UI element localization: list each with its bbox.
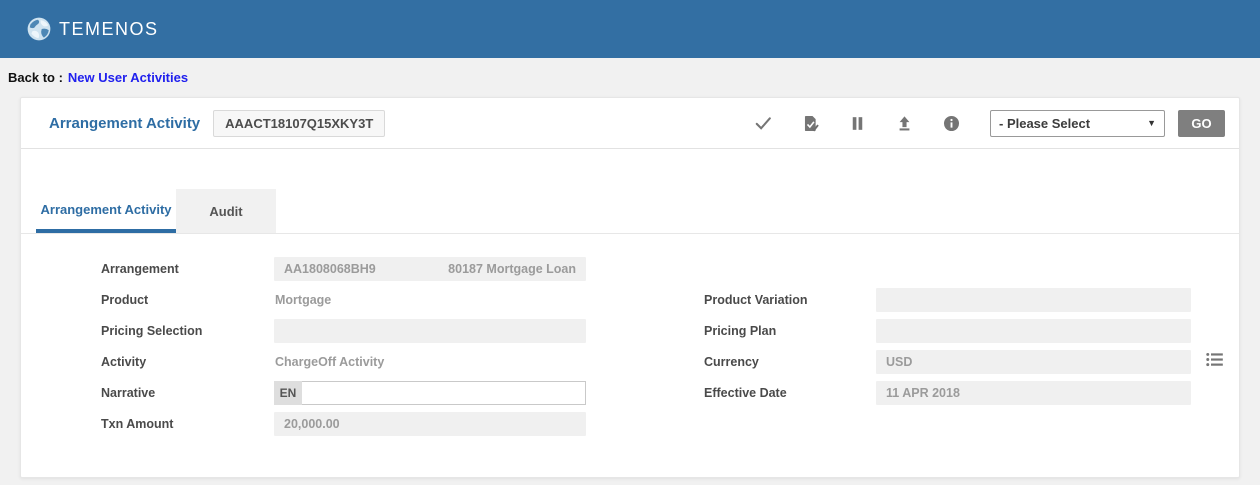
breadcrumb-prefix: Back to : xyxy=(8,70,63,85)
form-column-right: Product Variation Pricing Plan Currency … xyxy=(704,284,1191,408)
action-dropdown-value: - Please Select xyxy=(999,116,1090,131)
tabs-divider xyxy=(21,233,1239,234)
hold-pause-icon[interactable] xyxy=(847,113,867,133)
form-row-product: Product Mortgage xyxy=(101,284,586,315)
go-button[interactable]: GO xyxy=(1178,110,1225,137)
narrative-input[interactable] xyxy=(302,381,586,405)
currency-field: USD xyxy=(876,350,1191,374)
activity-value: ChargeOff Activity xyxy=(274,355,586,369)
content-card: Arrangement Activity AAACT18107Q15XKY3T xyxy=(20,97,1240,478)
form-column-left: Arrangement AA1808068BH9 80187 Mortgage … xyxy=(101,253,586,439)
arrangement-field: AA1808068BH9 80187 Mortgage Loan xyxy=(274,257,586,281)
temenos-globe-icon xyxy=(26,16,52,42)
form-row-txn-amount: Txn Amount 20,000.00 xyxy=(101,408,586,439)
form-row-pricing-plan: Pricing Plan xyxy=(704,315,1191,346)
info-icon[interactable] xyxy=(941,113,961,133)
breadcrumb: Back to : New User Activities xyxy=(0,58,1260,97)
pricing-selection-field xyxy=(274,319,586,343)
brand-name: TEMENOS xyxy=(59,19,159,40)
pricing-plan-field xyxy=(876,319,1191,343)
field-label: Activity xyxy=(101,355,274,369)
arrangement-id: AA1808068BH9 xyxy=(284,262,376,276)
form-row-currency: Currency USD xyxy=(704,346,1191,377)
field-label: Pricing Plan xyxy=(704,324,876,338)
field-label: Currency xyxy=(704,355,876,369)
product-variation-field xyxy=(876,288,1191,312)
language-badge[interactable]: EN xyxy=(274,381,302,405)
form-row-arrangement: Arrangement AA1808068BH9 80187 Mortgage … xyxy=(101,253,586,284)
form-row-pricing-selection: Pricing Selection xyxy=(101,315,586,346)
title-bar: Arrangement Activity AAACT18107Q15XKY3T xyxy=(21,98,1239,149)
field-label: Product Variation xyxy=(704,293,876,307)
field-label: Pricing Selection xyxy=(101,324,274,338)
field-label: Narrative xyxy=(101,386,274,400)
page-title: Arrangement Activity xyxy=(49,115,200,132)
breadcrumb-link[interactable]: New User Activities xyxy=(68,70,188,85)
tab-audit[interactable]: Audit xyxy=(176,189,276,233)
app-header: TEMENOS xyxy=(0,0,1260,58)
form-row-product-variation: Product Variation xyxy=(704,284,1191,315)
form-row-effective-date: Effective Date 11 APR 2018 xyxy=(704,377,1191,408)
field-label: Product xyxy=(101,293,274,307)
field-label: Arrangement xyxy=(101,262,274,276)
record-id-badge: AAACT18107Q15XKY3T xyxy=(213,110,385,137)
list-icon[interactable] xyxy=(1204,349,1225,370)
tab-bar: Arrangement Activity Audit xyxy=(36,189,276,233)
product-value: Mortgage xyxy=(274,293,586,307)
field-label: Txn Amount xyxy=(101,417,274,431)
validate-document-check-icon[interactable] xyxy=(800,113,820,133)
arrangement-description: 80187 Mortgage Loan xyxy=(448,262,576,276)
form-row-narrative: Narrative EN xyxy=(101,377,586,408)
upload-icon[interactable] xyxy=(894,113,914,133)
field-label: Effective Date xyxy=(704,386,876,400)
form-row-activity: Activity ChargeOff Activity xyxy=(101,346,586,377)
action-dropdown[interactable]: - Please Select ▼ xyxy=(990,110,1165,137)
txn-amount-field: 20,000.00 xyxy=(274,412,586,436)
tab-arrangement-activity[interactable]: Arrangement Activity xyxy=(36,189,176,233)
chevron-down-icon: ▼ xyxy=(1147,118,1156,128)
toolbar: - Please Select ▼ GO xyxy=(726,110,1225,137)
effective-date-field: 11 APR 2018 xyxy=(876,381,1191,405)
commit-check-icon[interactable] xyxy=(753,113,773,133)
